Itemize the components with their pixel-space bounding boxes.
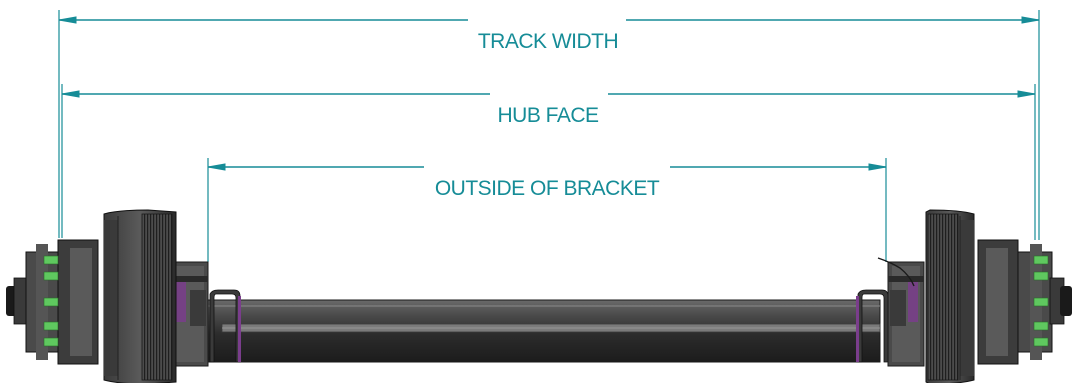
track-width-arrow-right — [1021, 16, 1040, 24]
bracket-arrow-left — [207, 163, 226, 171]
axle-dimension-diagram: TRACK WIDTH HUB FACE OUTSIDE OF BRACKET — [6, 10, 1072, 383]
outside-of-bracket-label: OUTSIDE OF BRACKET — [435, 177, 660, 200]
hub-face-arrow-left — [61, 90, 80, 98]
right-hub-drum — [925, 209, 1072, 383]
axle-tube — [199, 299, 881, 363]
left-hub-drum — [6, 209, 177, 383]
hub-face-arrow-right — [1017, 90, 1036, 98]
bracket-arrow-right — [868, 163, 887, 171]
hub-face-label: HUB FACE — [497, 104, 599, 127]
track-width-arrow-left — [58, 16, 77, 24]
track-width-label: TRACK WIDTH — [478, 30, 618, 53]
